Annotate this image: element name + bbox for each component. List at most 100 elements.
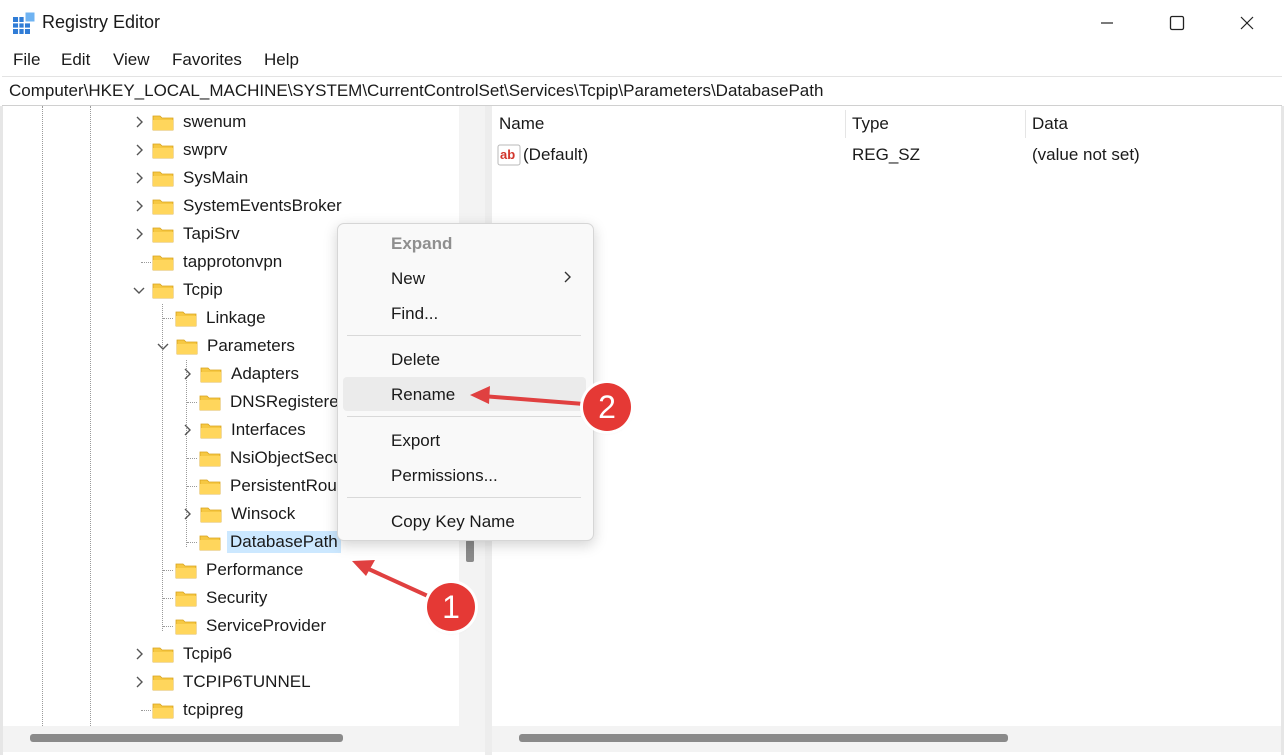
menu-item-copy-key-name[interactable]: Copy Key Name	[391, 512, 515, 532]
tree-node-winsock[interactable]: Winsock	[180, 501, 298, 527]
tree-node-serviceprovider[interactable]: ServiceProvider	[175, 613, 329, 639]
folder-icon	[176, 339, 198, 354]
chevron-right-icon[interactable]	[132, 171, 146, 185]
tree-node-label: Interfaces	[231, 420, 306, 439]
menu-help[interactable]: Help	[264, 50, 299, 70]
value-row[interactable]: ab	[497, 142, 521, 168]
chevron-right-icon[interactable]	[132, 227, 146, 241]
tree-node-label: DNSRegistere	[230, 392, 339, 411]
address-path[interactable]: Computer\HKEY_LOCAL_MACHINE\SYSTEM\Curre…	[9, 81, 823, 101]
chevron-right-icon[interactable]	[132, 647, 146, 661]
menu-view[interactable]: View	[113, 50, 150, 70]
tree-node-interfaces[interactable]: Interfaces	[180, 417, 309, 443]
tree-node-label: PersistentRou	[230, 476, 337, 495]
tree-node-persistentroutes[interactable]: PersistentRou	[199, 473, 340, 499]
chevron-right-icon[interactable]	[180, 423, 194, 437]
minimize-button[interactable]	[1072, 0, 1142, 46]
menu-item-find[interactable]: Find...	[391, 304, 438, 324]
tree-node-performance[interactable]: Performance	[175, 557, 306, 583]
tree-guide-line	[187, 542, 197, 543]
column-divider[interactable]	[845, 110, 846, 138]
svg-text:ab: ab	[500, 147, 515, 162]
tree-node-label: Winsock	[231, 504, 296, 523]
tree-guide-line	[187, 402, 197, 403]
menu-item-export[interactable]: Export	[391, 431, 440, 451]
menu-item-new[interactable]: New	[391, 269, 425, 289]
folder-icon	[200, 507, 222, 522]
chevron-right-icon[interactable]	[132, 199, 146, 213]
menu-favorites[interactable]: Favorites	[172, 50, 242, 70]
column-header-type[interactable]: Type	[852, 110, 889, 138]
tree-node-label: Adapters	[231, 364, 300, 383]
menu-edit[interactable]: Edit	[61, 50, 90, 70]
column-header-name[interactable]: Name	[499, 110, 544, 138]
chevron-right-icon[interactable]	[180, 507, 194, 521]
tree-node-label: ServiceProvider	[206, 616, 326, 635]
folder-icon	[175, 619, 197, 634]
chevron-right-icon[interactable]	[132, 675, 146, 689]
tree-guide-line	[141, 710, 151, 711]
menu-hover-highlight	[343, 377, 586, 411]
tree-node-label: Security	[206, 588, 268, 607]
tree-node-tcpip[interactable]: Tcpip	[132, 277, 226, 303]
tree-node-swprv[interactable]: swprv	[132, 137, 230, 163]
tree-node-adapters[interactable]: Adapters	[180, 361, 302, 387]
tree-node-sysmain[interactable]: SysMain	[132, 165, 251, 191]
folder-icon	[152, 115, 174, 130]
chevron-down-icon[interactable]	[132, 283, 146, 297]
tree-node-nsiobjectsecurity[interactable]: NsiObjectSecu	[199, 445, 345, 471]
folder-icon	[175, 591, 197, 606]
menu-item-expand[interactable]: Expand	[391, 234, 452, 254]
folder-icon	[199, 451, 221, 466]
step-badge-1: 1	[427, 583, 475, 631]
tree-node-parameters[interactable]: Parameters	[156, 333, 298, 359]
tree-node-tcpipreg[interactable]: tcpipreg	[152, 697, 246, 723]
tree-node-tcpip6[interactable]: Tcpip6	[132, 641, 235, 667]
tree-vertical-scroll-thumb[interactable]	[466, 540, 474, 562]
chevron-right-icon[interactable]	[180, 367, 194, 381]
tree-node-label: swenum	[183, 112, 247, 131]
window-title: Registry Editor	[42, 12, 161, 32]
registry-editor-app-icon	[13, 12, 35, 34]
folder-icon	[199, 535, 221, 550]
tree-node-databasepath[interactable]: DatabasePath	[199, 529, 341, 555]
folder-icon	[199, 479, 221, 494]
maximize-button[interactable]	[1142, 0, 1212, 46]
folder-icon	[152, 227, 174, 242]
menu-item-delete[interactable]: Delete	[391, 350, 440, 370]
menu-separator	[347, 497, 581, 498]
tree-guide-line	[163, 570, 173, 571]
tree-node-tapisrv[interactable]: TapiSrv	[132, 221, 243, 247]
tree-node-tapprotonvpn[interactable]: tapprotonvpn	[152, 249, 285, 275]
menu-file[interactable]: File	[13, 50, 40, 70]
close-button[interactable]	[1212, 0, 1282, 46]
chevron-down-icon[interactable]	[156, 339, 170, 353]
tree-node-dnsregistered[interactable]: DNSRegistere	[199, 389, 342, 415]
tree-node-systemeventsbroker[interactable]: SystemEventsBroker	[132, 193, 345, 219]
tree-node-label: TCPIP6TUNNEL	[183, 672, 311, 691]
menu-separator	[347, 416, 581, 417]
tree-node-linkage[interactable]: Linkage	[175, 305, 269, 331]
tree-guide-line	[163, 626, 173, 627]
tree-node-label: swprv	[183, 140, 228, 159]
menu-item-rename[interactable]: Rename	[391, 385, 455, 405]
tree-node-tcpip6tunnel[interactable]: TCPIP6TUNNEL	[132, 669, 314, 695]
values-horizontal-scroll-thumb[interactable]	[519, 734, 1008, 742]
tree-node-label: NsiObjectSecu	[230, 448, 343, 467]
chevron-right-icon[interactable]	[132, 115, 146, 129]
folder-icon	[175, 311, 197, 326]
tree-node-swenum[interactable]: swenum	[132, 109, 249, 135]
tree-node-security[interactable]: Security	[175, 585, 270, 611]
tree-node-label: SysMain	[183, 168, 249, 187]
chevron-right-icon[interactable]	[132, 143, 146, 157]
column-divider[interactable]	[1025, 110, 1026, 138]
tree-node-label: Tcpip	[183, 280, 223, 299]
tree-horizontal-scroll-thumb[interactable]	[30, 734, 343, 742]
column-header-data[interactable]: Data	[1032, 110, 1068, 138]
menu-item-permissions[interactable]: Permissions...	[391, 466, 498, 486]
folder-icon	[152, 703, 174, 718]
tree-guide-line	[163, 598, 173, 599]
tree-node-label: Tcpip6	[183, 644, 233, 663]
string-value-icon: ab	[497, 144, 521, 166]
folder-icon	[199, 395, 221, 410]
